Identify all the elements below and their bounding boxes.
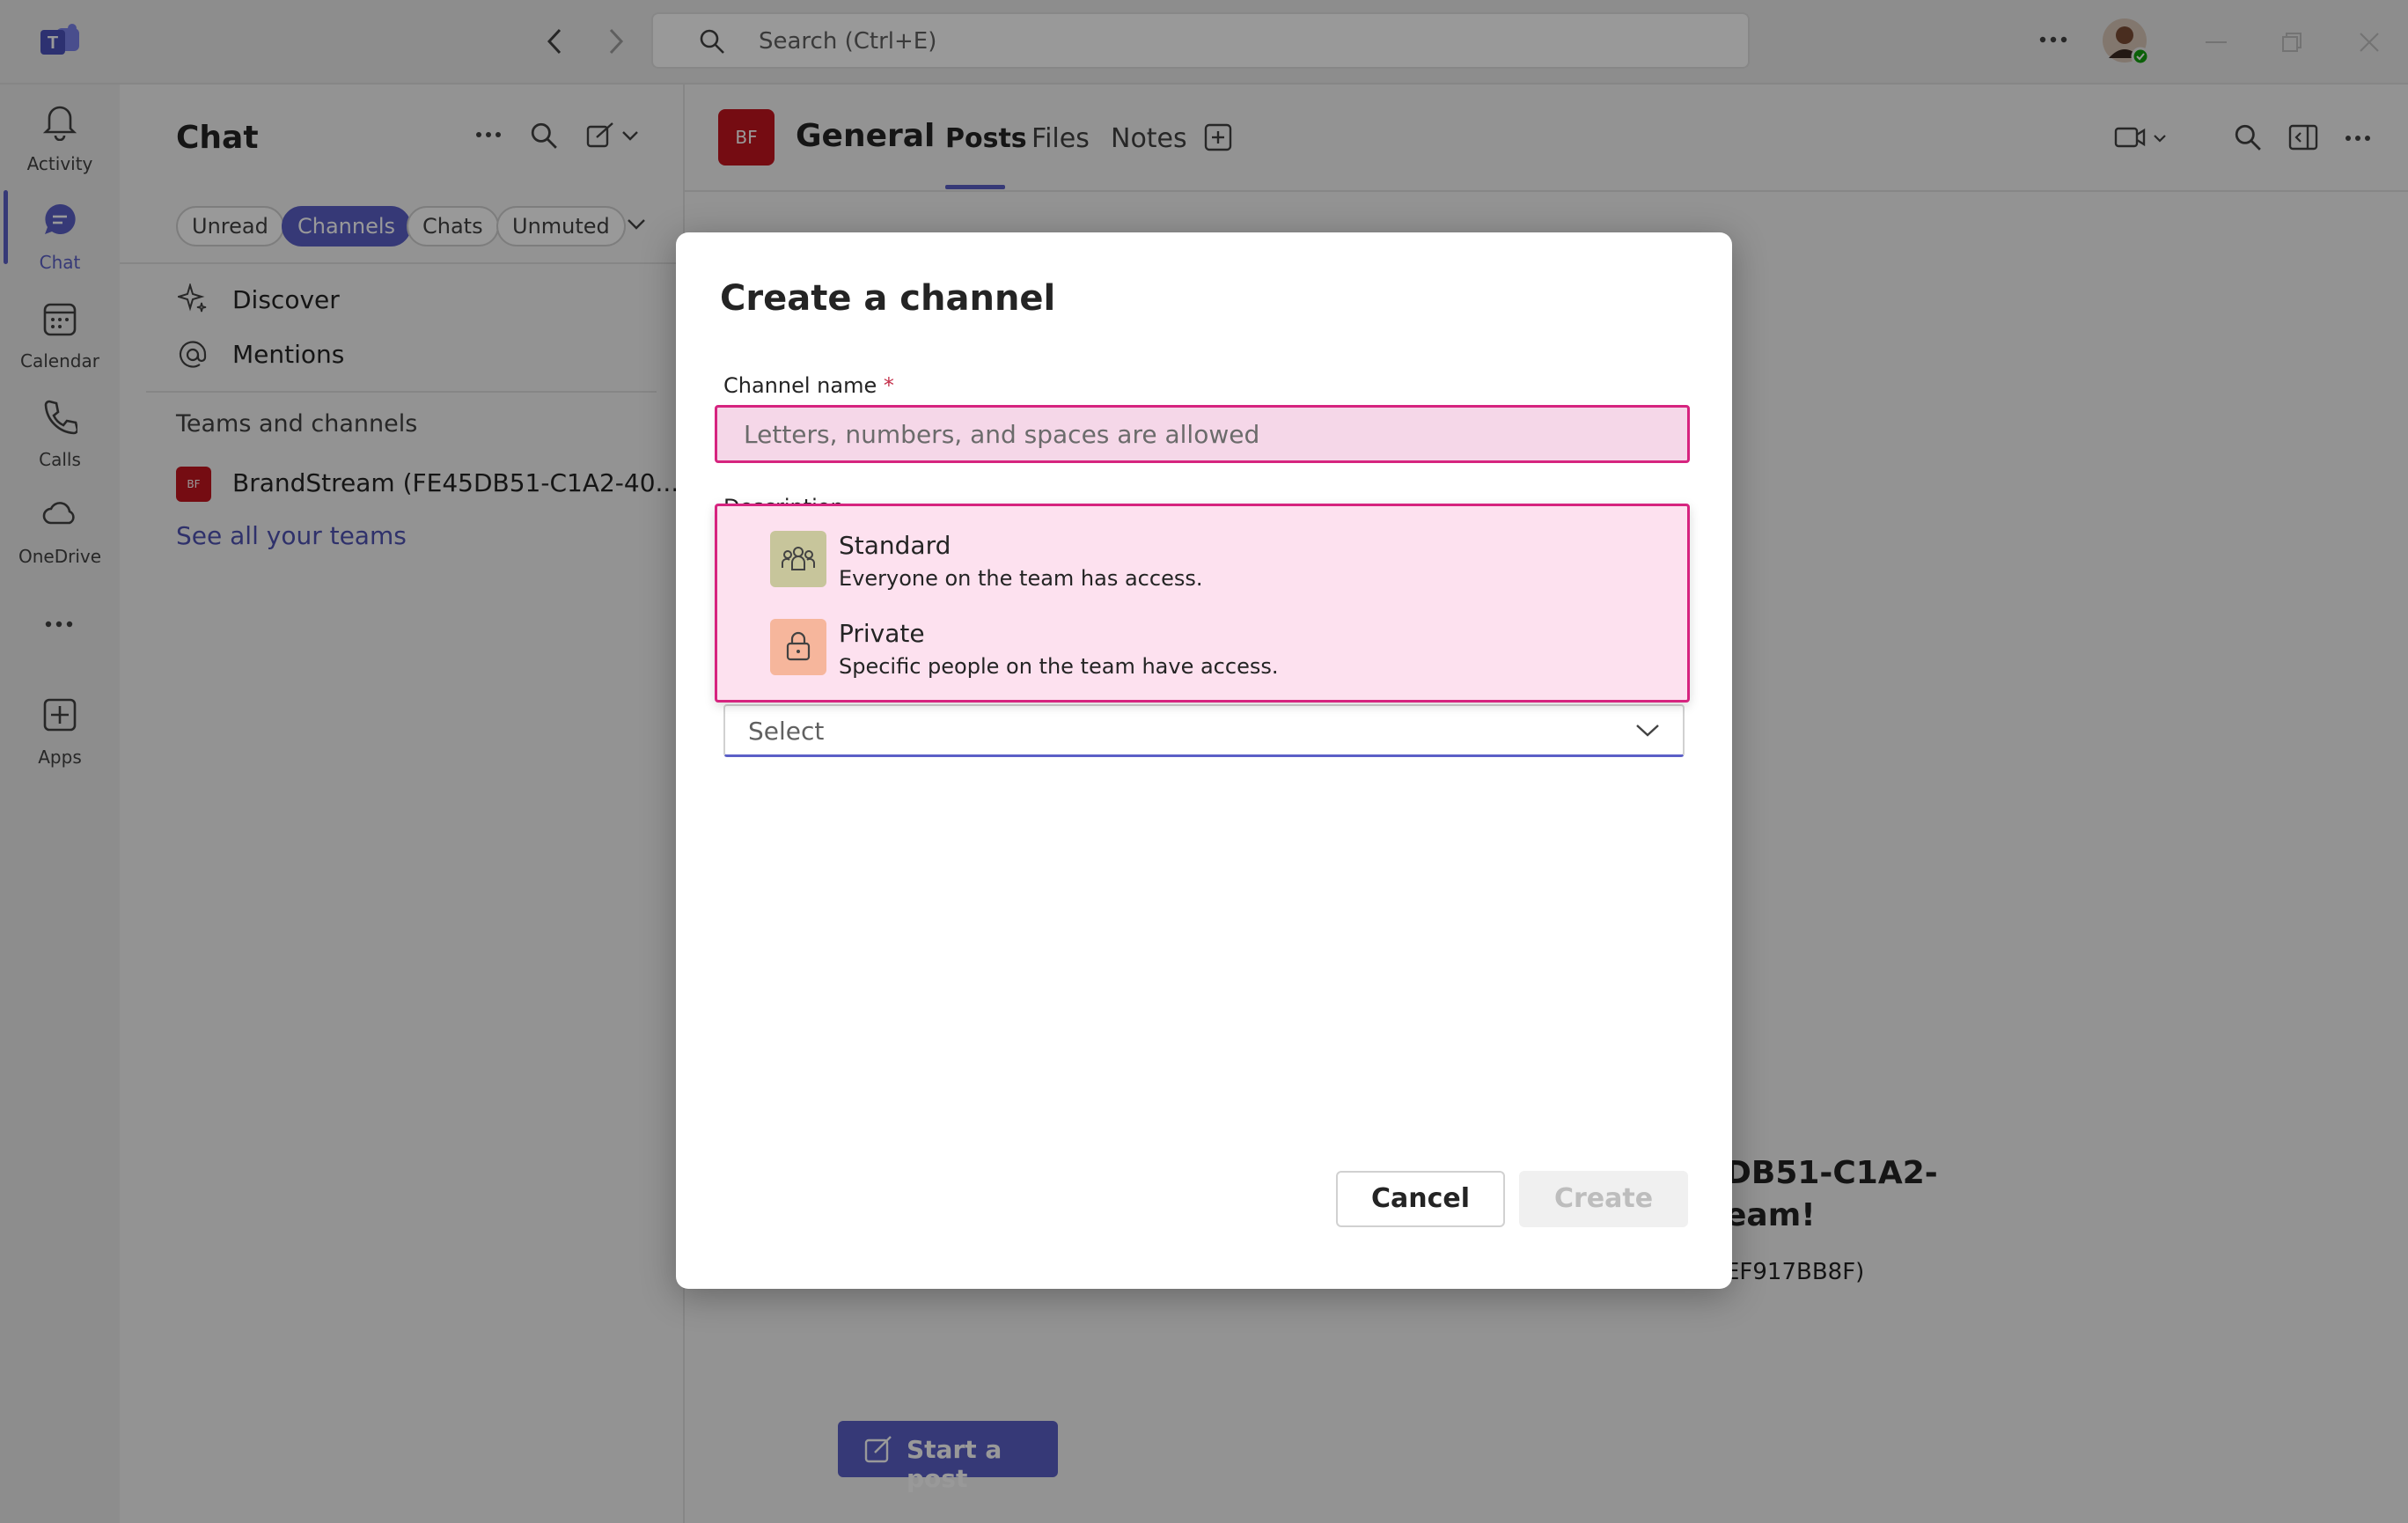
- option-private[interactable]: Private Specific people on the team have…: [770, 619, 1650, 681]
- channel-name-placeholder: Letters, numbers, and spaces are allowed: [744, 420, 1260, 449]
- channel-name-label: Channel name *: [723, 373, 894, 398]
- privacy-options-listbox: Standard Everyone on the team has access…: [715, 504, 1690, 703]
- chevron-down-icon: [1635, 724, 1660, 738]
- create-channel-dialog: Create a channel Channel name * Letters,…: [676, 232, 1732, 1289]
- privacy-select[interactable]: Select: [723, 704, 1685, 757]
- channel-name-label-text: Channel name: [723, 373, 877, 398]
- lock-icon: [770, 619, 826, 675]
- channel-name-input[interactable]: Letters, numbers, and spaces are allowed: [715, 405, 1690, 463]
- required-marker: *: [883, 373, 894, 398]
- option-description: Everyone on the team has access.: [839, 566, 1203, 591]
- option-description: Specific people on the team have access.: [839, 654, 1279, 679]
- privacy-select-value: Select: [748, 717, 825, 746]
- cancel-button[interactable]: Cancel: [1336, 1171, 1505, 1227]
- option-title: Private: [839, 619, 925, 648]
- create-button[interactable]: Create: [1519, 1171, 1688, 1227]
- dialog-title: Create a channel: [720, 278, 1056, 319]
- option-standard[interactable]: Standard Everyone on the team has access…: [770, 531, 1650, 592]
- option-title: Standard: [839, 531, 951, 560]
- people-icon: [770, 531, 826, 587]
